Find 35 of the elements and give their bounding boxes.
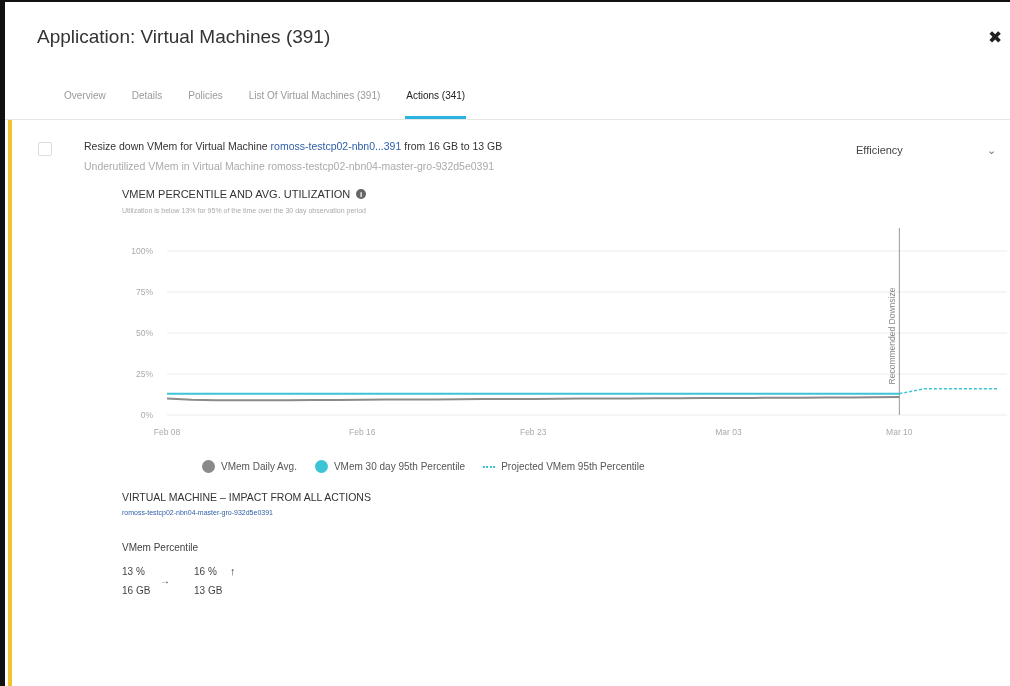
- checkbox[interactable]: [38, 142, 52, 156]
- x-tick-label: Feb 23: [519, 427, 547, 437]
- trend-arrow: ↑: [230, 565, 237, 577]
- tab[interactable]: Actions (341): [405, 90, 467, 119]
- y-tick-label: 0%: [140, 410, 153, 420]
- x-tick-label: Feb 08: [153, 427, 181, 437]
- y-tick-label: 50%: [136, 328, 153, 338]
- legend-dot: [314, 460, 328, 473]
- metric-label: VMem Percentile: [122, 542, 200, 553]
- legend-dot: [202, 460, 215, 473]
- annotation-label: Recommended Downsize: [887, 287, 898, 385]
- window-title: Application: Virtual Machines (391): [37, 26, 331, 48]
- change-arrow: →: [160, 575, 171, 586]
- x-tick-label: Mar 03: [715, 427, 742, 437]
- after-size: 13 GB: [194, 585, 224, 596]
- before-percent: 13 %: [122, 565, 146, 577]
- y-tick-label: 25%: [136, 369, 153, 379]
- close-button[interactable]: ✖: [988, 26, 1002, 48]
- x-tick-label: Feb 16: [349, 427, 376, 437]
- category-dropdown[interactable]: Efficiency ⌄: [856, 144, 996, 157]
- legend-label: Projected VMem 95th Percentile: [501, 461, 645, 472]
- before-size: 16 GB: [122, 585, 152, 596]
- chart-title: VMEM PERCENTILE AND AVG. UTILIZATION: [122, 188, 351, 200]
- info-icon[interactable]: i: [356, 189, 367, 199]
- legend-line-icon: [483, 465, 496, 468]
- impact-title: VIRTUAL MACHINE – IMPACT FROM ALL ACTIONS: [122, 491, 372, 503]
- vm-link[interactable]: romoss-testcp02-nbn0...391: [270, 140, 402, 152]
- action-description: Underutilized VMem in Virtual Machine romoss-testcp02-nbn04-master-gro-932d5e0391: [84, 160, 496, 172]
- y-tick-label: 75%: [136, 287, 153, 297]
- y-tick-label: 100%: [131, 246, 153, 256]
- legend-label: VMem Daily Avg.: [221, 461, 297, 472]
- legend-label: VMem 30 day 95th Percentile: [333, 461, 466, 472]
- after-percent: 16 %: [194, 565, 218, 577]
- action-title: Resize down VMem for Virtual Machine romoss-testcp02-nbn0...391 from 16 GB to 13 GB: [84, 140, 504, 152]
- x-tick-label: Mar 10: [886, 427, 913, 437]
